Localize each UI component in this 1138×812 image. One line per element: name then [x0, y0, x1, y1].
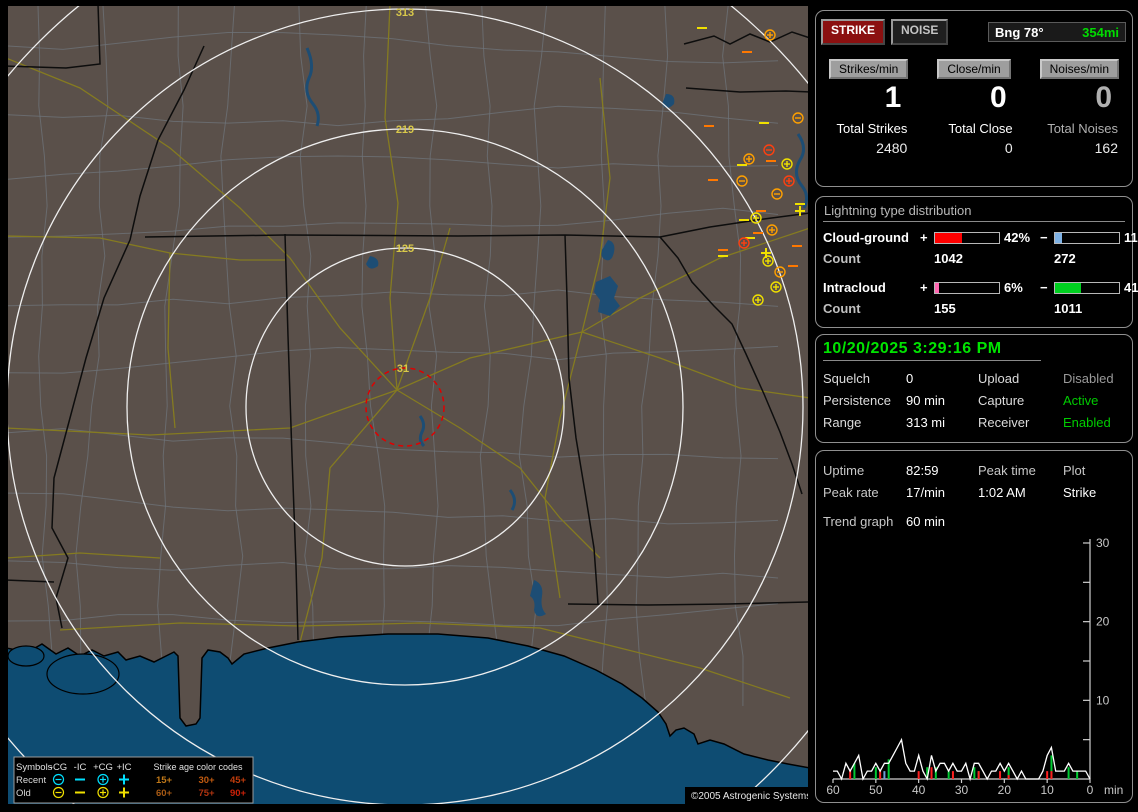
svg-text:45+: 45+	[230, 775, 247, 786]
counters-box: STRIKE NOISE Bng 78° 354mi Strikes/min C…	[815, 10, 1133, 187]
receiver-label: Receiver	[978, 415, 1063, 430]
cloud-ground-row: Cloud-ground + 42% − 11%	[823, 230, 1125, 245]
trend-graph: 10 20 30 60 50 40 30 20 10 0 min	[816, 451, 1134, 804]
status-box: 10/20/2025 3:29:16 PM Squelch 0 Upload D…	[815, 334, 1133, 443]
strike-button[interactable]: STRIKE	[821, 19, 885, 45]
strikes-per-min-value: 1	[816, 81, 921, 115]
svg-text:min: min	[1104, 783, 1123, 797]
svg-text:+IC: +IC	[116, 762, 131, 773]
range-label: Range	[823, 415, 906, 430]
stats-trend-box: Uptime 82:59 Peak time Plot Peak rate 17…	[815, 450, 1133, 803]
svg-text:40: 40	[912, 783, 926, 797]
copyright-text: ©2005 Astrogenic Systems	[691, 791, 808, 802]
ic-minus-count: 1011	[1054, 301, 1125, 316]
noises-per-min-value: 0	[1027, 81, 1132, 115]
squelch-value: 0	[906, 371, 978, 386]
map-canvas[interactable]: 313 219 125 31 Symbols-CG -IC +CG+IC Strike ag…	[8, 6, 808, 804]
svg-text:+CG: +CG	[93, 762, 113, 773]
total-close-label: Total Close	[921, 121, 1026, 136]
capture-label: Capture	[978, 393, 1063, 408]
svg-text:Old: Old	[16, 788, 31, 799]
count-label: Count	[823, 251, 920, 266]
ic-plus-bar	[934, 282, 1000, 294]
ic-plus-count: 155	[934, 301, 1040, 316]
cg-plus-pct: 42%	[1000, 230, 1040, 245]
cloud-ground-count-row: Count 1042 272	[823, 251, 1125, 266]
svg-text:60+: 60+	[156, 788, 173, 799]
upload-label: Upload	[978, 371, 1063, 386]
ring-label-125: 125	[396, 243, 414, 255]
bearing-distance: 354mi	[1082, 25, 1119, 40]
svg-text:20: 20	[998, 783, 1012, 797]
svg-text:75+: 75+	[198, 788, 215, 799]
svg-text:60: 60	[826, 783, 840, 797]
lightning-map[interactable]: 313 219 125 31 Symbols-CG -IC +CG+IC Strike ag…	[8, 6, 808, 804]
datetime-display: 10/20/2025 3:29:16 PM	[823, 340, 1125, 358]
distribution-title: Lightning type distribution	[823, 203, 1125, 218]
cg-plus-bar	[934, 232, 1000, 244]
svg-text:50: 50	[869, 783, 883, 797]
svg-text:30: 30	[955, 783, 969, 797]
distribution-box: Lightning type distribution Cloud-ground…	[815, 196, 1133, 328]
svg-text:-CG: -CG	[50, 762, 67, 773]
plus-sign: +	[920, 280, 934, 295]
svg-text:10: 10	[1096, 693, 1110, 707]
minus-sign: −	[1040, 280, 1054, 295]
total-noises-value: 162	[1027, 140, 1132, 156]
intracloud-count-row: Count 155 1011	[823, 301, 1125, 316]
nexstorm-window: 313 219 125 31 Symbols-CG -IC +CG+IC Strike ag…	[0, 0, 1138, 812]
total-noises-label: Total Noises	[1027, 121, 1132, 136]
persistence-label: Persistence	[823, 393, 906, 408]
svg-text:15+: 15+	[156, 775, 173, 786]
cg-minus-count: 272	[1054, 251, 1125, 266]
copyright-bar: ©2005 Astrogenic Systems	[685, 787, 808, 804]
receiver-status: Enabled	[1063, 415, 1125, 430]
svg-text:90+: 90+	[230, 788, 247, 799]
bearing-value: Bng 78°	[995, 25, 1044, 40]
noises-per-min-header[interactable]: Noises/min	[1040, 59, 1119, 79]
cg-minus-bar	[1054, 232, 1120, 244]
ring-label-31: 31	[397, 363, 409, 375]
close-per-min-value: 0	[921, 81, 1026, 115]
svg-text:20: 20	[1096, 615, 1110, 629]
ic-plus-pct: 6%	[1000, 280, 1040, 295]
svg-text:Strike age color codes: Strike age color codes	[153, 762, 243, 772]
plus-sign: +	[920, 230, 934, 245]
range-value: 313 mi	[906, 415, 978, 430]
cg-minus-pct: 11%	[1120, 230, 1138, 245]
cloud-ground-label: Cloud-ground	[823, 230, 920, 245]
ring-label-313: 313	[396, 7, 414, 19]
bearing-display: Bng 78° 354mi	[988, 22, 1126, 42]
svg-text:30+: 30+	[198, 775, 215, 786]
capture-status: Active	[1063, 393, 1125, 408]
minus-sign: −	[1040, 230, 1054, 245]
noise-button[interactable]: NOISE	[891, 19, 948, 45]
svg-text:Symbols: Symbols	[16, 762, 53, 773]
ic-minus-pct: 41%	[1120, 280, 1138, 295]
cg-plus-count: 1042	[934, 251, 1040, 266]
svg-text:30: 30	[1096, 536, 1110, 550]
count-label: Count	[823, 301, 920, 316]
total-strikes-value: 2480	[816, 140, 921, 156]
ic-minus-bar	[1054, 282, 1120, 294]
map-legend: Symbols-CG -IC +CG+IC Strike age color code…	[14, 757, 253, 803]
squelch-label: Squelch	[823, 371, 906, 386]
total-close-value: 0	[921, 140, 1026, 156]
intracloud-label: Intracloud	[823, 280, 920, 295]
intracloud-row: Intracloud + 6% − 41%	[823, 280, 1125, 295]
svg-text:10: 10	[1040, 783, 1054, 797]
svg-text:-IC: -IC	[74, 762, 87, 773]
close-per-min-header[interactable]: Close/min	[937, 59, 1010, 79]
svg-text:Recent: Recent	[16, 775, 46, 786]
svg-text:0: 0	[1087, 783, 1094, 797]
upload-status: Disabled	[1063, 371, 1125, 386]
ring-label-219: 219	[396, 124, 414, 136]
strikes-per-min-header[interactable]: Strikes/min	[829, 59, 908, 79]
total-strikes-label: Total Strikes	[816, 121, 921, 136]
persistence-value: 90 min	[906, 393, 978, 408]
